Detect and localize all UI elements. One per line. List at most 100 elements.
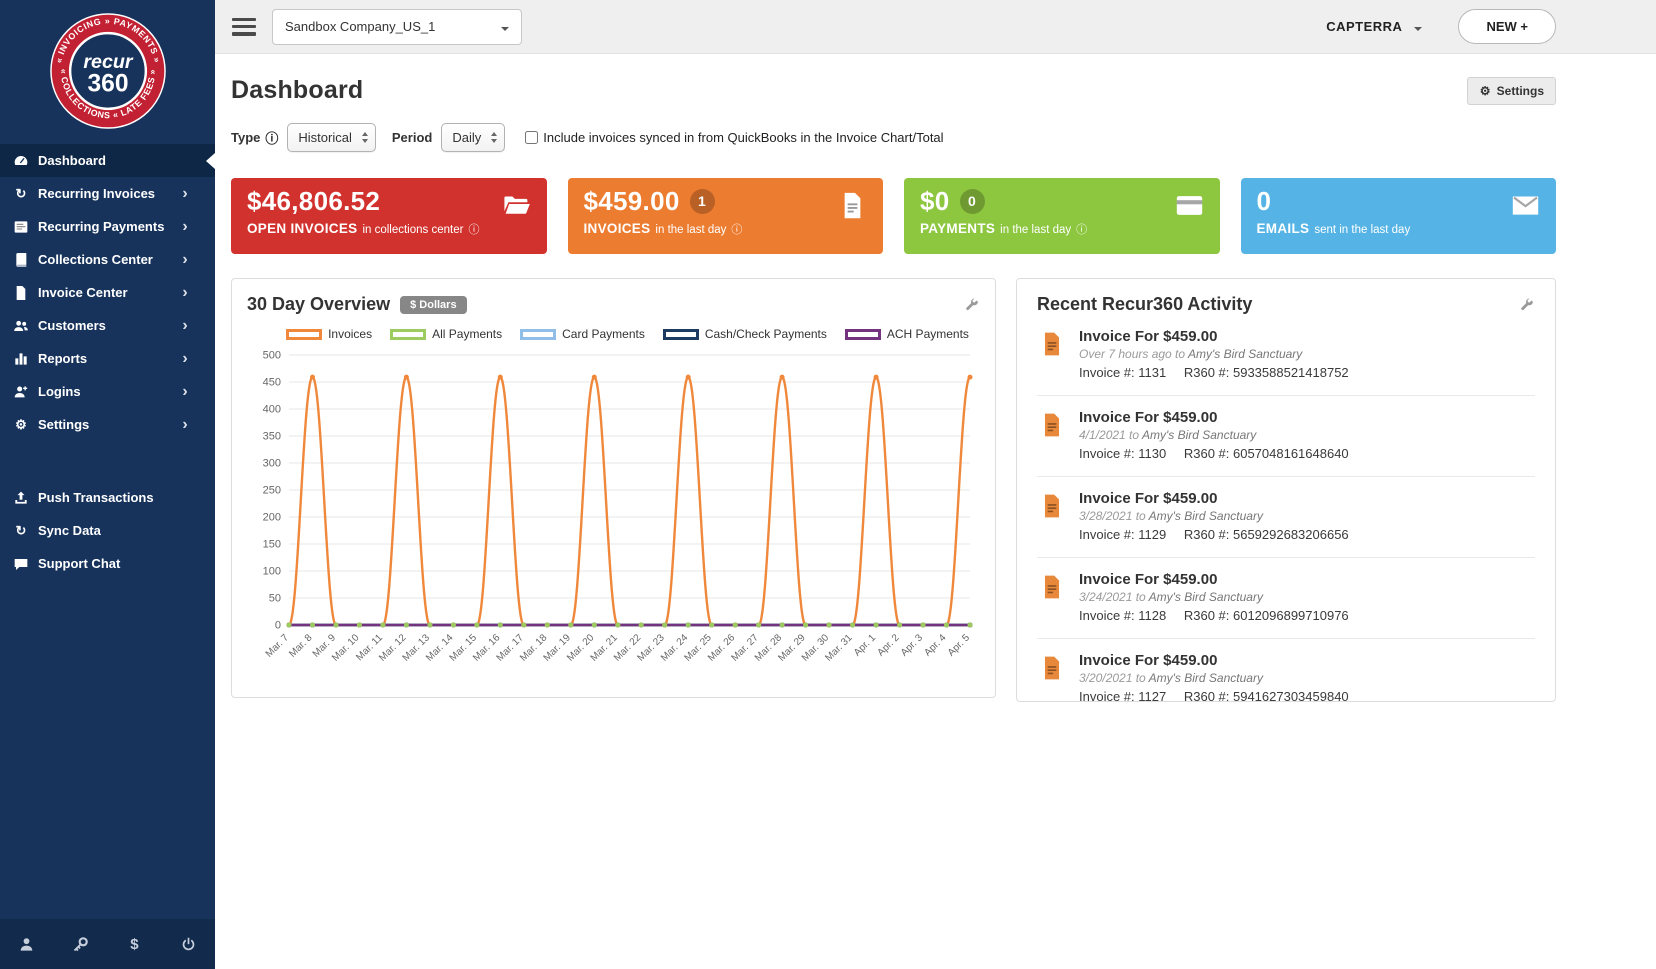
activity-time: 3/28/2021 to: [1079, 509, 1146, 523]
activity-list-item[interactable]: Invoice For $459.00 Over 7 hours ago to …: [1037, 315, 1535, 396]
sidebar-item-label: Collections Center: [38, 252, 153, 267]
activity-title: Invoice For $459.00: [1079, 570, 1349, 589]
activity-title: Invoice For $459.00: [1079, 651, 1349, 670]
activity-list-item[interactable]: Invoice For $459.00 3/24/2021 to Amy's B…: [1037, 558, 1535, 639]
sidebar-item-settings[interactable]: ⚙ Settings ›: [0, 408, 215, 441]
legend-item-cash-check-payments[interactable]: Cash/Check Payments: [663, 327, 827, 341]
main-area: Sandbox Company_US_1 CAPTERRA NEW + Dash…: [215, 0, 1656, 702]
power-icon[interactable]: [180, 936, 197, 953]
activity-list-item[interactable]: Invoice For $459.00 4/1/2021 to Amy's Bi…: [1037, 396, 1535, 477]
menu-toggle-icon[interactable]: [232, 18, 256, 36]
activity-list-item[interactable]: Invoice For $459.00 3/28/2021 to Amy's B…: [1037, 477, 1535, 558]
reports-icon: [13, 351, 29, 367]
sidebar-item-push-transactions[interactable]: Push Transactions: [0, 481, 215, 514]
gear-icon: ⚙: [1479, 84, 1492, 97]
sidebar-item-reports[interactable]: Reports ›: [0, 342, 215, 375]
chevron-right-icon: ›: [177, 186, 193, 202]
svg-text:Apr. 4: Apr. 4: [922, 632, 949, 659]
quickbooks-checkbox-row: Include invoices synced in from QuickBoo…: [525, 130, 943, 145]
recent-activity-panel: Recent Recur360 Activity Invoice For $45…: [1016, 278, 1556, 702]
capterra-menu[interactable]: CAPTERRA: [1326, 19, 1422, 35]
card-value: $459.00 1: [584, 187, 868, 216]
svg-text:150: 150: [263, 539, 281, 551]
company-selector[interactable]: Sandbox Company_US_1: [272, 9, 522, 45]
new-button[interactable]: NEW +: [1458, 9, 1556, 44]
chevron-right-icon: ›: [177, 219, 193, 235]
caret-down-icon: [1414, 27, 1422, 35]
file-icon: [838, 191, 867, 220]
invoice-center-icon: [13, 285, 29, 301]
settings-button[interactable]: ⚙ Settings: [1467, 77, 1556, 105]
logo-word-360: 360: [87, 71, 128, 98]
topbar: Sandbox Company_US_1 CAPTERRA NEW +: [215, 0, 1656, 54]
sidebar-item-logins[interactable]: Logins ›: [0, 375, 215, 408]
svg-text:0: 0: [275, 620, 281, 632]
chevron-right-icon: ›: [177, 384, 193, 400]
card-value: 0: [1257, 187, 1541, 216]
svg-text:450: 450: [263, 377, 281, 389]
activity-details: Invoice #: 1128 R360 #: 6012096899710976: [1079, 607, 1349, 625]
card-amount: $0: [920, 187, 950, 216]
sidebar-item-invoice-center[interactable]: Invoice Center ›: [0, 276, 215, 309]
activity-item-body: Invoice For $459.00 Over 7 hours ago to …: [1079, 327, 1349, 382]
user-icon[interactable]: [18, 936, 35, 953]
activity-list-item[interactable]: Invoice For $459.00 3/20/2021 to Amy's B…: [1037, 639, 1535, 702]
card-title: PAYMENTS: [920, 221, 995, 236]
invoices-card[interactable]: $459.00 1 INVOICES in the last day ⓘ: [568, 178, 884, 254]
svg-text:Mar. 7: Mar. 7: [264, 632, 292, 660]
sidebar-item-sync-data[interactable]: ↻ Sync Data: [0, 514, 215, 547]
recurring-payments-icon: [13, 219, 29, 235]
quickbooks-checkbox[interactable]: [525, 131, 538, 144]
sidebar-item-collections-center[interactable]: Collections Center ›: [0, 243, 215, 276]
topbar-right: CAPTERRA NEW +: [1326, 9, 1556, 44]
open-invoices-card[interactable]: $46,806.52 OPEN INVOICES in collections …: [231, 178, 547, 254]
r360-number: R360 #: 5941627303459840: [1184, 689, 1349, 702]
recur360-logo[interactable]: « INVOICING » PAYMENTS » « COLLECTIONS «…: [0, 0, 215, 144]
wrench-icon[interactable]: [964, 297, 980, 313]
card-caption: EMAILS sent in the last day: [1257, 221, 1541, 236]
panels-row: 30 Day Overview $ Dollars Invoices All P…: [231, 278, 1556, 702]
invoice-file-icon: [1039, 410, 1065, 440]
card-subtitle: in collections center: [362, 224, 463, 236]
activity-title: Invoice For $459.00: [1079, 408, 1349, 427]
legend-label: Cash/Check Payments: [705, 327, 827, 341]
svg-text:Apr. 1: Apr. 1: [852, 632, 879, 659]
activity-item-body: Invoice For $459.00 3/20/2021 to Amy's B…: [1079, 651, 1349, 702]
invoice-number: Invoice #: 1131: [1079, 365, 1166, 380]
sidebar-item-recurring-payments[interactable]: Recurring Payments ›: [0, 210, 215, 243]
period-label: Period: [392, 130, 432, 145]
chevron-right-icon: ›: [177, 417, 193, 433]
dollar-icon[interactable]: $: [126, 936, 143, 953]
svg-text:500: 500: [263, 350, 281, 362]
legend-item-invoices[interactable]: Invoices: [286, 327, 372, 341]
key-icon[interactable]: [72, 936, 89, 953]
legend-item-ach-payments[interactable]: ACH Payments: [845, 327, 969, 341]
emails-card[interactable]: 0 EMAILS sent in the last day: [1241, 178, 1557, 254]
period-select[interactable]: Daily: [441, 123, 505, 152]
chevron-right-icon: ›: [177, 285, 193, 301]
legend-swatch: [286, 329, 322, 340]
sidebar-item-dashboard[interactable]: Dashboard: [0, 144, 215, 177]
legend-label: Card Payments: [562, 327, 645, 341]
activity-time: 4/1/2021 to: [1079, 428, 1139, 442]
svg-text:50: 50: [269, 593, 281, 605]
payments-card[interactable]: $0 0 PAYMENTS in the last day ⓘ: [904, 178, 1220, 254]
sidebar-item-support-chat[interactable]: Support Chat: [0, 547, 215, 580]
invoice-file-icon: [1039, 491, 1065, 521]
card-value: $46,806.52: [247, 187, 531, 216]
legend-item-card-payments[interactable]: Card Payments: [520, 327, 645, 341]
capterra-label: CAPTERRA: [1326, 19, 1402, 34]
legend-item-all-payments[interactable]: All Payments: [390, 327, 502, 341]
support-chat-icon: [13, 556, 29, 572]
wrench-icon[interactable]: [1519, 297, 1535, 313]
sidebar-item-customers[interactable]: Customers ›: [0, 309, 215, 342]
activity-time: Over 7 hours ago to: [1079, 347, 1185, 361]
filter-row: Type ⓘ Historical Period Daily Include i…: [231, 123, 1556, 152]
activity-title: Invoice For $459.00: [1079, 489, 1349, 508]
svg-text:200: 200: [263, 512, 281, 524]
sidebar-item-recurring-invoices[interactable]: ↻ Recurring Invoices ›: [0, 177, 215, 210]
activity-item-body: Invoice For $459.00 3/28/2021 to Amy's B…: [1079, 489, 1349, 544]
type-label-text: Type: [231, 130, 260, 145]
card-subtitle: in the last day: [655, 224, 726, 236]
type-select[interactable]: Historical: [287, 123, 375, 152]
